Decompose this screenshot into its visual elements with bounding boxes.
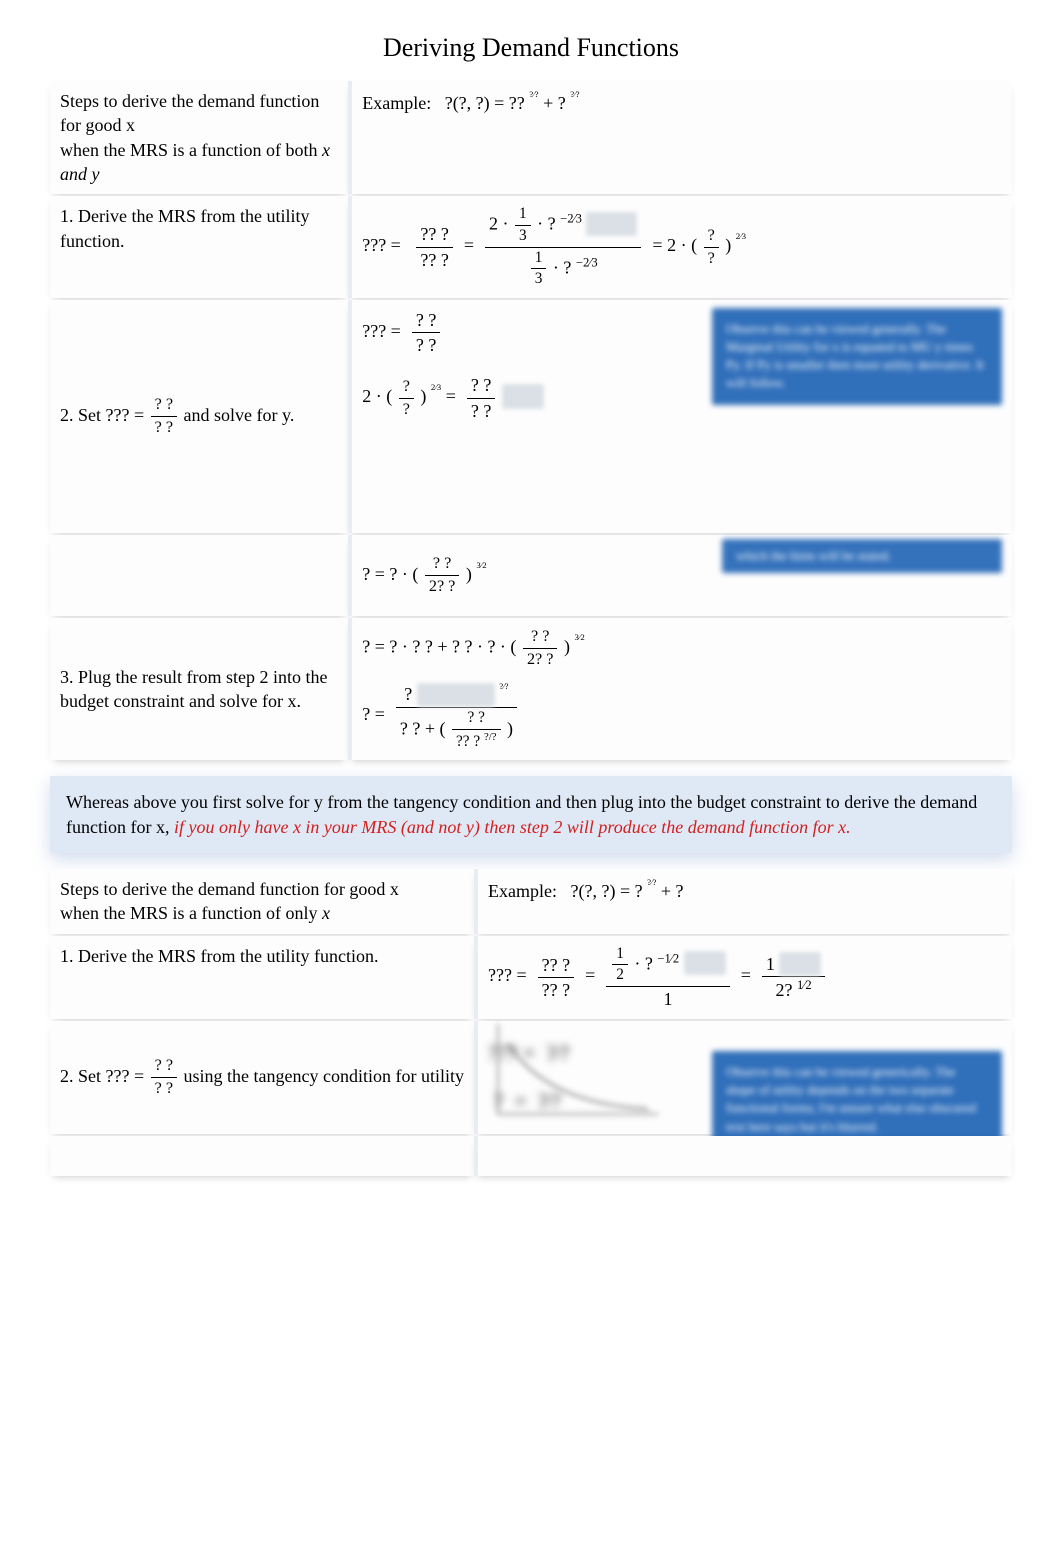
section1-step3-row: 3. Plug the result from step 2 into the …: [50, 618, 1012, 761]
section1-header-row: Steps to derive the demand function for …: [50, 81, 1012, 194]
section2-step2-row: 2. Set ??? = ? ? ? ? using the tangency …: [50, 1021, 1012, 1134]
step2-left: 2. Set ??? = ? ? ? ? and solve for y.: [50, 300, 348, 533]
document-page: Deriving Demand Functions Steps to deriv…: [0, 0, 1062, 1238]
section1-intermediate-row: which the hints will be stated. ? = ? · …: [50, 535, 1012, 616]
section1-step1-row: 1. Derive the MRS from the utility funct…: [50, 196, 1012, 298]
text: Steps to derive the demand function for …: [60, 91, 319, 160]
interm-right: which the hints will be stated. ? = ? · …: [348, 535, 1012, 616]
section2-header-left: Steps to derive the demand function for …: [50, 869, 474, 934]
mid: =: [464, 235, 474, 255]
hint-box-small: which the hints will be stated.: [722, 539, 1002, 573]
step3-right: ? = ? · ? ? + ? ? · ? · ( ? ? 2? ? ) 3⁄2…: [348, 618, 1012, 761]
hint-text: Observe this can be viewed generally. Th…: [726, 321, 984, 391]
vars: x: [322, 903, 330, 923]
hint-text: which the hints will be stated.: [736, 548, 891, 563]
rhs-close: ): [725, 235, 731, 255]
step2-right: Observe this can be viewed generically. …: [474, 1021, 1012, 1134]
example-label: Example:: [488, 881, 557, 901]
step1-right: ??? = ?? ? ?? ? = 2 · 1: [348, 196, 1012, 298]
banner-text-a: Whereas above you first solve for: [66, 792, 314, 812]
text: Steps to derive the demand function for …: [60, 879, 399, 923]
exp1: ?⁄?: [529, 89, 538, 99]
section1-header-right: Example: ?(?, ?) = ?? ?⁄? + ? ?⁄?: [348, 81, 1012, 194]
plus: + ?: [543, 93, 566, 113]
page-title: Deriving Demand Functions: [50, 30, 1012, 65]
step3-left: 3. Plug the result from step 2 into the …: [50, 618, 348, 761]
blurred-text: __: [779, 952, 821, 976]
note-banner: Whereas above you first solve for y from…: [50, 776, 1012, 853]
frac-mu: ?? ? ?? ?: [416, 222, 452, 272]
step1-left: 1. Derive the MRS from the utility funct…: [50, 196, 348, 298]
section2-step1-row: 1. Derive the MRS from the utility funct…: [50, 936, 1012, 1020]
section2-table: Steps to derive the demand function for …: [50, 867, 1012, 1178]
eq: ?(?, ?) = ??: [445, 93, 525, 113]
section1-table: Steps to derive the demand function for …: [50, 79, 1012, 762]
eq: ?(?, ?) = ?: [570, 881, 642, 901]
section2-header-row: Steps to derive the demand function for …: [50, 869, 1012, 934]
step2-right: Observe this can be viewed generally. Th…: [348, 300, 1012, 533]
lhs: ??? =: [362, 235, 401, 255]
section2-header-right: Example: ?(?, ?) = ? ?⁄? + ?: [474, 869, 1012, 934]
step1-left: 1. Derive the MRS from the utility funct…: [50, 936, 474, 1020]
exp: ?⁄?: [647, 877, 656, 887]
exp2: ?⁄?: [570, 89, 579, 99]
banner-red: if you only have x in your MRS (and not …: [174, 817, 851, 837]
hint-box: Observe this can be viewed generally. Th…: [712, 308, 1002, 405]
step1-right: ??? = ?? ? ?? ? = 1 2: [474, 936, 1012, 1020]
blurred-text: __: [684, 951, 726, 975]
section2-trailing-row: [50, 1136, 1012, 1176]
section1-step2-row: 2. Set ??? = ? ? ? ? and solve for y. Ob…: [50, 300, 1012, 533]
rhs-a: = 2 · (: [652, 235, 697, 255]
big-frac: 2 · 1 3 · ? −2⁄3 ___: [485, 204, 641, 290]
section1-header-left: Steps to derive the demand function for …: [50, 81, 348, 194]
interm-left: [50, 535, 348, 616]
blurred-text: ______: [417, 683, 495, 707]
blurred-text: __: [502, 384, 544, 408]
plus: + ?: [661, 881, 684, 901]
blurred-text: ___: [586, 212, 637, 236]
example-label: Example:: [362, 93, 431, 113]
sketch-graph-icon: [488, 1014, 668, 1124]
step2-left: 2. Set ??? = ? ? ? ? using the tangency …: [50, 1021, 474, 1134]
